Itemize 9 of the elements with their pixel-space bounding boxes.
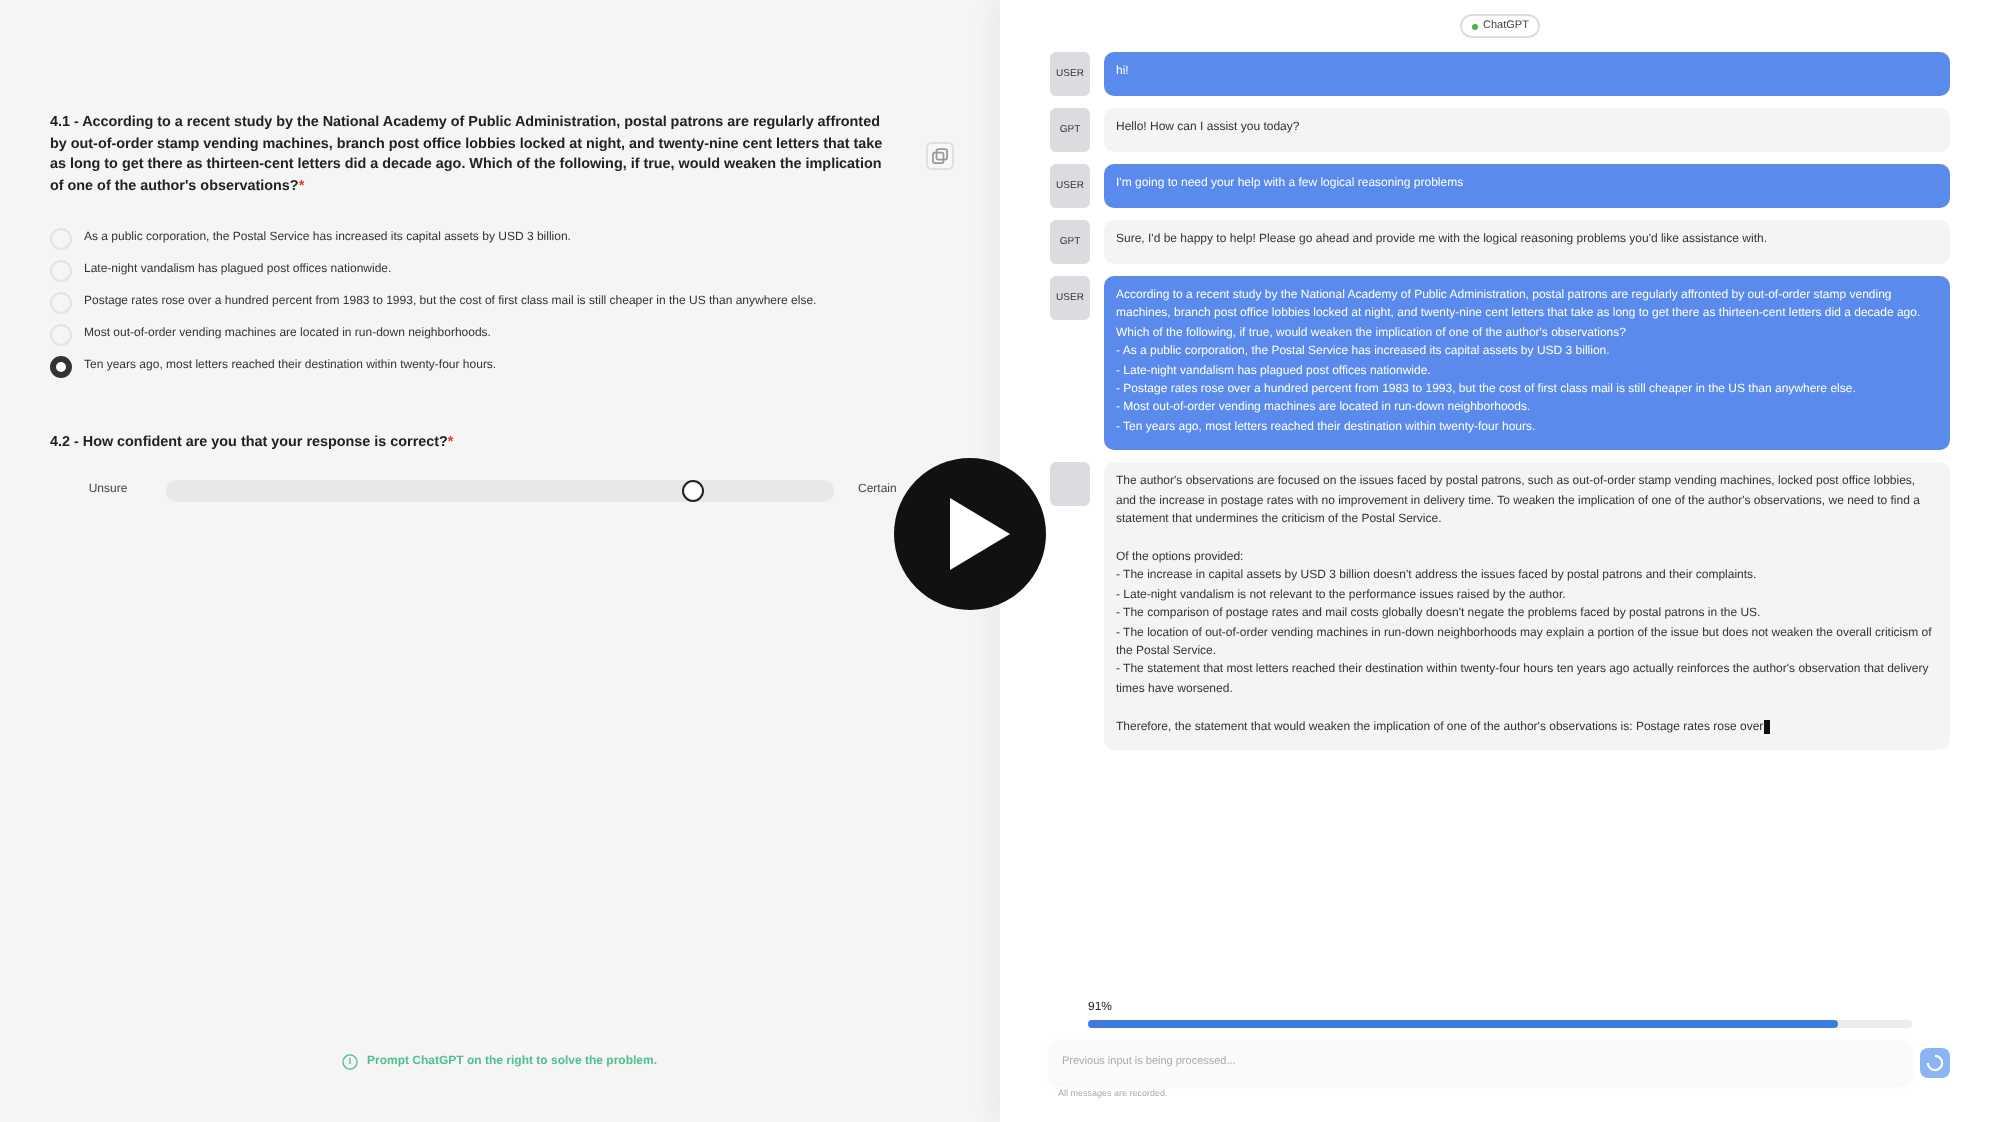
send-button[interactable] [1920,1047,1950,1077]
radio-button[interactable] [50,355,72,378]
spinner-icon [1926,1053,1944,1071]
slider-thumb[interactable] [682,479,705,502]
avatar-label [1050,462,1090,507]
play-button[interactable] [894,458,1046,610]
copy-icon[interactable] [926,142,954,170]
slider-track[interactable] [166,479,834,502]
info-icon [342,1054,359,1070]
